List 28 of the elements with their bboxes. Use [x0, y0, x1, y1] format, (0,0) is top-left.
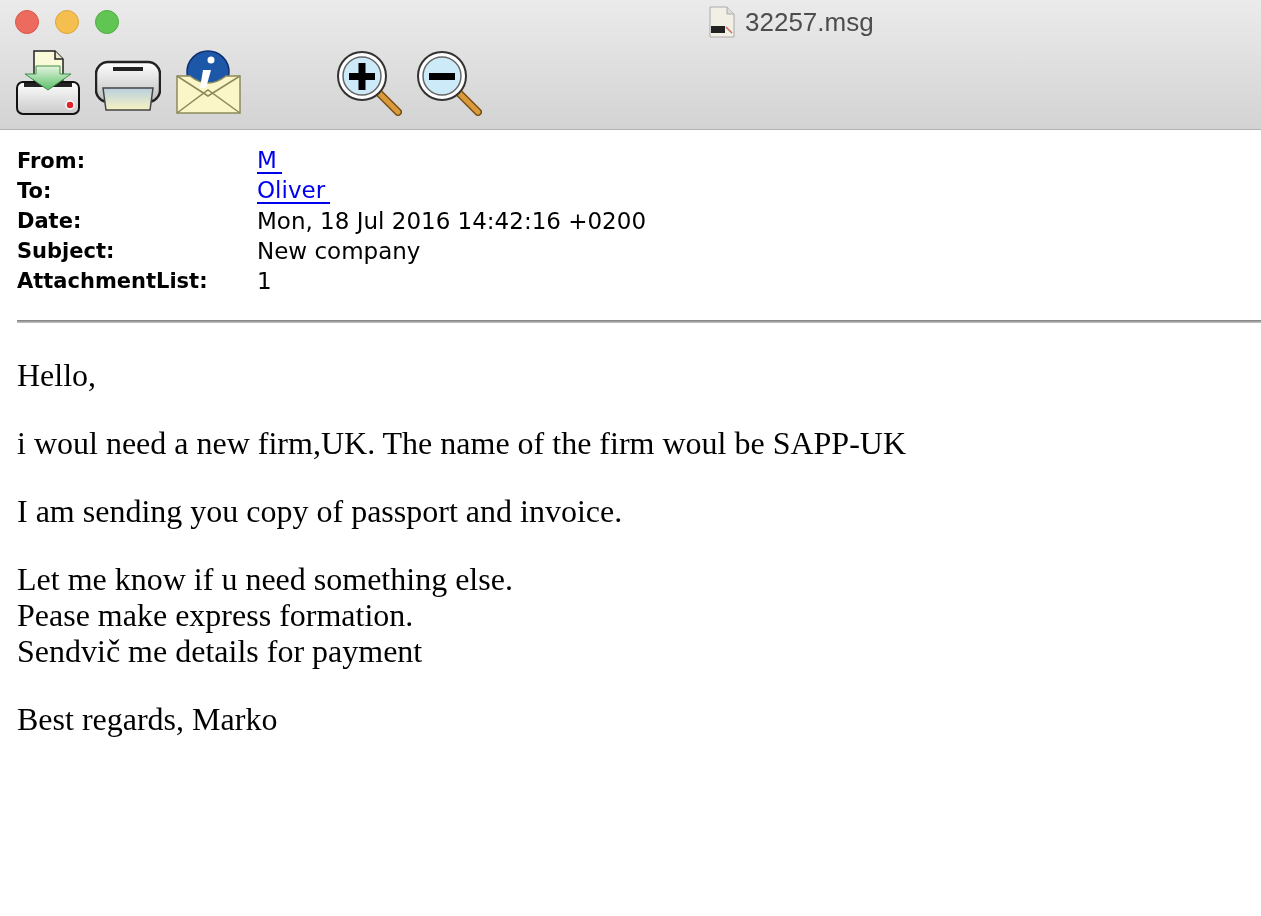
zoom-out-icon — [416, 50, 482, 116]
header-label: Subject: — [17, 239, 115, 263]
message-text: Pease make express formation. — [17, 597, 414, 633]
header-value: Mon, 18 Jul 2016 14:42:16 +0200 — [257, 208, 646, 234]
message-text: I am sending you copy of passport and invoice. — [17, 493, 623, 529]
message-text: Sendvič me details for payment — [17, 633, 423, 669]
close-button[interactable] — [15, 10, 39, 34]
message-text: i woul need a new firm,UK. The name of the firm woul be SAPP-UK — [17, 425, 906, 461]
header-label: To: — [17, 179, 52, 203]
message-text: Best regards, Marko — [17, 701, 278, 737]
header-value: 1 — [257, 268, 272, 294]
zoom-in-icon — [336, 50, 402, 116]
file-icon — [708, 6, 736, 38]
message-text: Hello, — [17, 357, 97, 393]
header-link[interactable]: M — [257, 148, 282, 174]
header-link[interactable]: Oliver — [257, 178, 331, 204]
envelope-info-icon — [176, 50, 242, 116]
window-title: 32257.msg — [745, 6, 874, 38]
message-text: Let me know if u need something else. — [17, 561, 513, 597]
zoom-out-button[interactable] — [416, 50, 482, 116]
zoom-in-button[interactable] — [336, 50, 402, 116]
header-value: New company — [257, 238, 421, 264]
header-label: From: — [17, 149, 86, 173]
header-label: Date: — [17, 209, 82, 233]
header-label: AttachmentList: — [17, 269, 208, 293]
save-to-disk-icon — [15, 50, 81, 116]
info-button[interactable] — [176, 50, 242, 116]
save-button[interactable] — [15, 50, 81, 116]
